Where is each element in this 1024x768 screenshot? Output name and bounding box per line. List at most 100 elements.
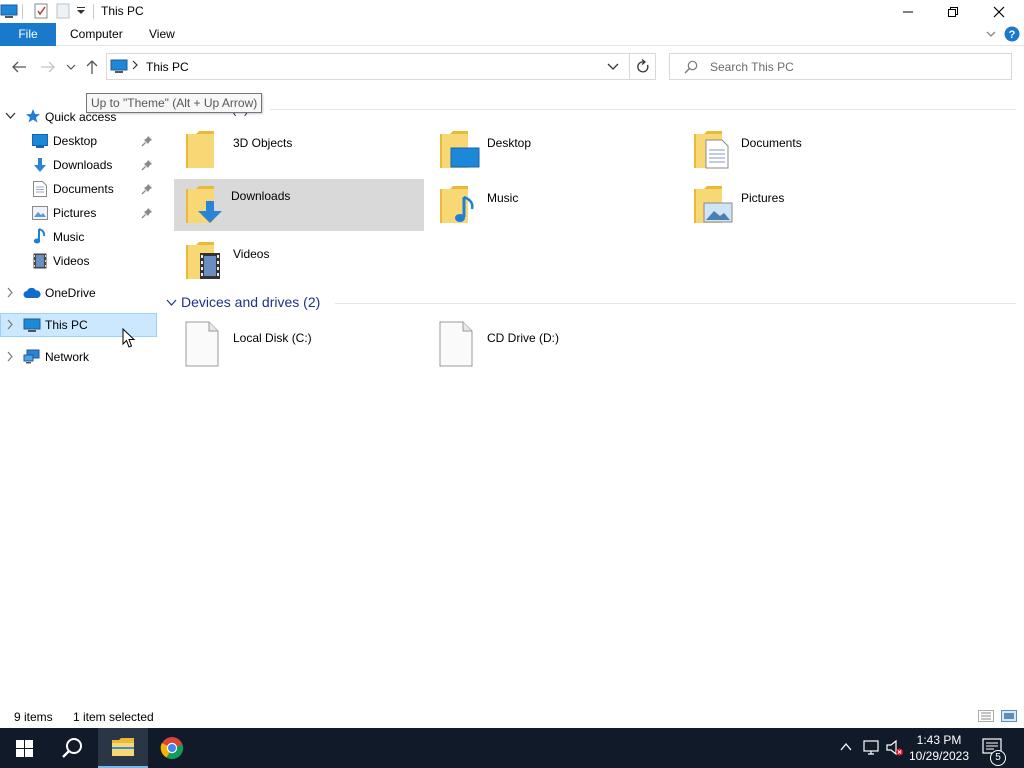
divider (629, 54, 630, 79)
large-icons-view-icon[interactable] (1001, 710, 1017, 722)
nav-item-pictures[interactable]: Pictures (0, 201, 157, 225)
tile-label: Pictures (741, 191, 785, 205)
minimize-button[interactable] (885, 0, 931, 23)
close-button[interactable] (976, 0, 1022, 23)
folder-3d-objects[interactable]: 3D Objects (176, 126, 426, 178)
drive-local-disk-c[interactable]: Local Disk (C:) (176, 321, 426, 373)
tab-computer[interactable]: Computer (58, 23, 135, 46)
window-title: This PC (101, 4, 144, 18)
search-placeholder: Search This PC (710, 60, 794, 74)
network-status-icon[interactable] (863, 740, 879, 756)
refresh-icon[interactable] (636, 59, 650, 75)
folder-desktop[interactable]: Desktop (430, 126, 680, 178)
expanded-chevron-icon[interactable] (5, 112, 16, 120)
pin-icon[interactable] (141, 135, 153, 147)
mouse-cursor-icon (122, 328, 136, 349)
nav-item-downloads[interactable]: Downloads (0, 153, 157, 177)
restore-button[interactable] (930, 0, 976, 23)
taskbar: 1:43 PM 10/29/2023 5 (0, 728, 1024, 768)
nav-label: Downloads (53, 158, 113, 172)
tile-label: Downloads (231, 189, 291, 203)
clock[interactable]: 1:43 PM 10/29/2023 (905, 732, 973, 764)
details-view-icon[interactable] (978, 710, 994, 722)
quick-access-toolbar-dropdown-icon[interactable] (76, 6, 86, 16)
address-bar[interactable]: This PC (106, 53, 656, 80)
expanded-chevron-icon[interactable] (166, 299, 177, 307)
this-pc-icon (110, 59, 128, 73)
volume-muted-icon[interactable] (886, 739, 904, 757)
pin-icon[interactable] (141, 207, 153, 219)
properties-icon[interactable] (33, 3, 49, 19)
folder-music[interactable]: Music (430, 181, 680, 233)
nav-label: Documents (53, 182, 114, 196)
search-button[interactable] (48, 728, 96, 768)
nav-item-desktop[interactable]: Desktop (0, 129, 157, 153)
tile-label: CD Drive (D:) (487, 331, 559, 345)
nav-label: Network (45, 350, 90, 364)
nav-label: OneDrive (45, 286, 96, 300)
taskbar-file-explorer[interactable] (98, 728, 148, 768)
taskbar-chrome[interactable] (148, 728, 196, 768)
nav-onedrive[interactable]: OneDrive (0, 281, 157, 305)
folders-group-header[interactable]: Folders (7) (160, 99, 1016, 119)
breadcrumb-separator-icon[interactable] (131, 59, 139, 71)
nav-item-music[interactable]: Music (0, 225, 157, 249)
this-pc-icon[interactable] (0, 4, 18, 18)
nav-label: This PC (45, 318, 88, 332)
notification-badge: 5 (990, 750, 1006, 766)
folder-downloads[interactable]: Downloads (174, 179, 424, 231)
pin-icon[interactable] (141, 183, 153, 195)
folder-desktop-icon (438, 128, 482, 170)
drive-icon (439, 321, 473, 367)
cloud-icon (23, 287, 41, 299)
collapsed-chevron-icon[interactable] (6, 287, 14, 298)
pin-icon[interactable] (141, 159, 153, 171)
tab-view[interactable]: View (137, 23, 187, 46)
folder-documents[interactable]: Documents (684, 126, 934, 178)
expand-ribbon-icon[interactable] (985, 29, 997, 39)
search-icon (684, 60, 698, 74)
group-divider (335, 303, 1016, 304)
group-label: Devices and drives (2) (181, 294, 321, 310)
document-icon (33, 181, 47, 197)
up-button-tooltip: Up to "Theme" (Alt + Up Arrow) (86, 93, 263, 113)
music-note-icon (33, 228, 47, 245)
file-explorer-icon (111, 737, 135, 757)
film-icon (33, 253, 47, 269)
recent-locations-chevron-icon[interactable] (66, 63, 76, 71)
new-folder-icon[interactable] (56, 3, 70, 19)
selection-count: 1 item selected (73, 710, 154, 724)
this-pc-icon (23, 318, 41, 332)
show-hidden-icons-chevron-icon[interactable] (840, 742, 852, 752)
back-arrow-icon[interactable] (11, 60, 27, 74)
drive-cd-d[interactable]: CD Drive (D:) (430, 321, 680, 373)
folder-pictures[interactable]: Pictures (684, 181, 934, 233)
nav-item-videos[interactable]: Videos (0, 249, 157, 273)
chrome-icon (160, 736, 184, 760)
search-box[interactable]: Search This PC (669, 53, 1012, 80)
nav-label: Music (53, 230, 85, 244)
breadcrumb-this-pc[interactable]: This PC (146, 60, 189, 74)
network-icon (23, 349, 41, 364)
clock-date: 10/29/2023 (908, 749, 970, 763)
forward-arrow-icon[interactable] (40, 60, 56, 74)
nav-item-documents[interactable]: Documents (0, 177, 157, 201)
tile-label: Videos (233, 247, 270, 261)
nav-label: Pictures (53, 206, 97, 220)
folder-pictures-icon (692, 183, 736, 225)
folder-videos[interactable]: Videos (176, 237, 426, 289)
help-icon[interactable]: ? (1004, 26, 1020, 42)
start-button[interactable] (0, 728, 48, 768)
collapsed-chevron-icon[interactable] (6, 351, 14, 362)
drives-group-header[interactable]: Devices and drives (2) (160, 293, 1016, 313)
star-icon (25, 108, 41, 124)
folder-videos-icon (184, 239, 228, 281)
tab-file[interactable]: File (0, 23, 56, 46)
tile-label: Local Disk (C:) (233, 331, 312, 345)
ribbon-tabs: File Computer View ? (0, 23, 1024, 46)
title-bar: This PC (0, 0, 1024, 23)
up-arrow-icon[interactable] (85, 59, 99, 75)
address-dropdown-icon[interactable] (607, 63, 619, 71)
divider (22, 4, 23, 19)
collapsed-chevron-icon[interactable] (6, 319, 14, 330)
